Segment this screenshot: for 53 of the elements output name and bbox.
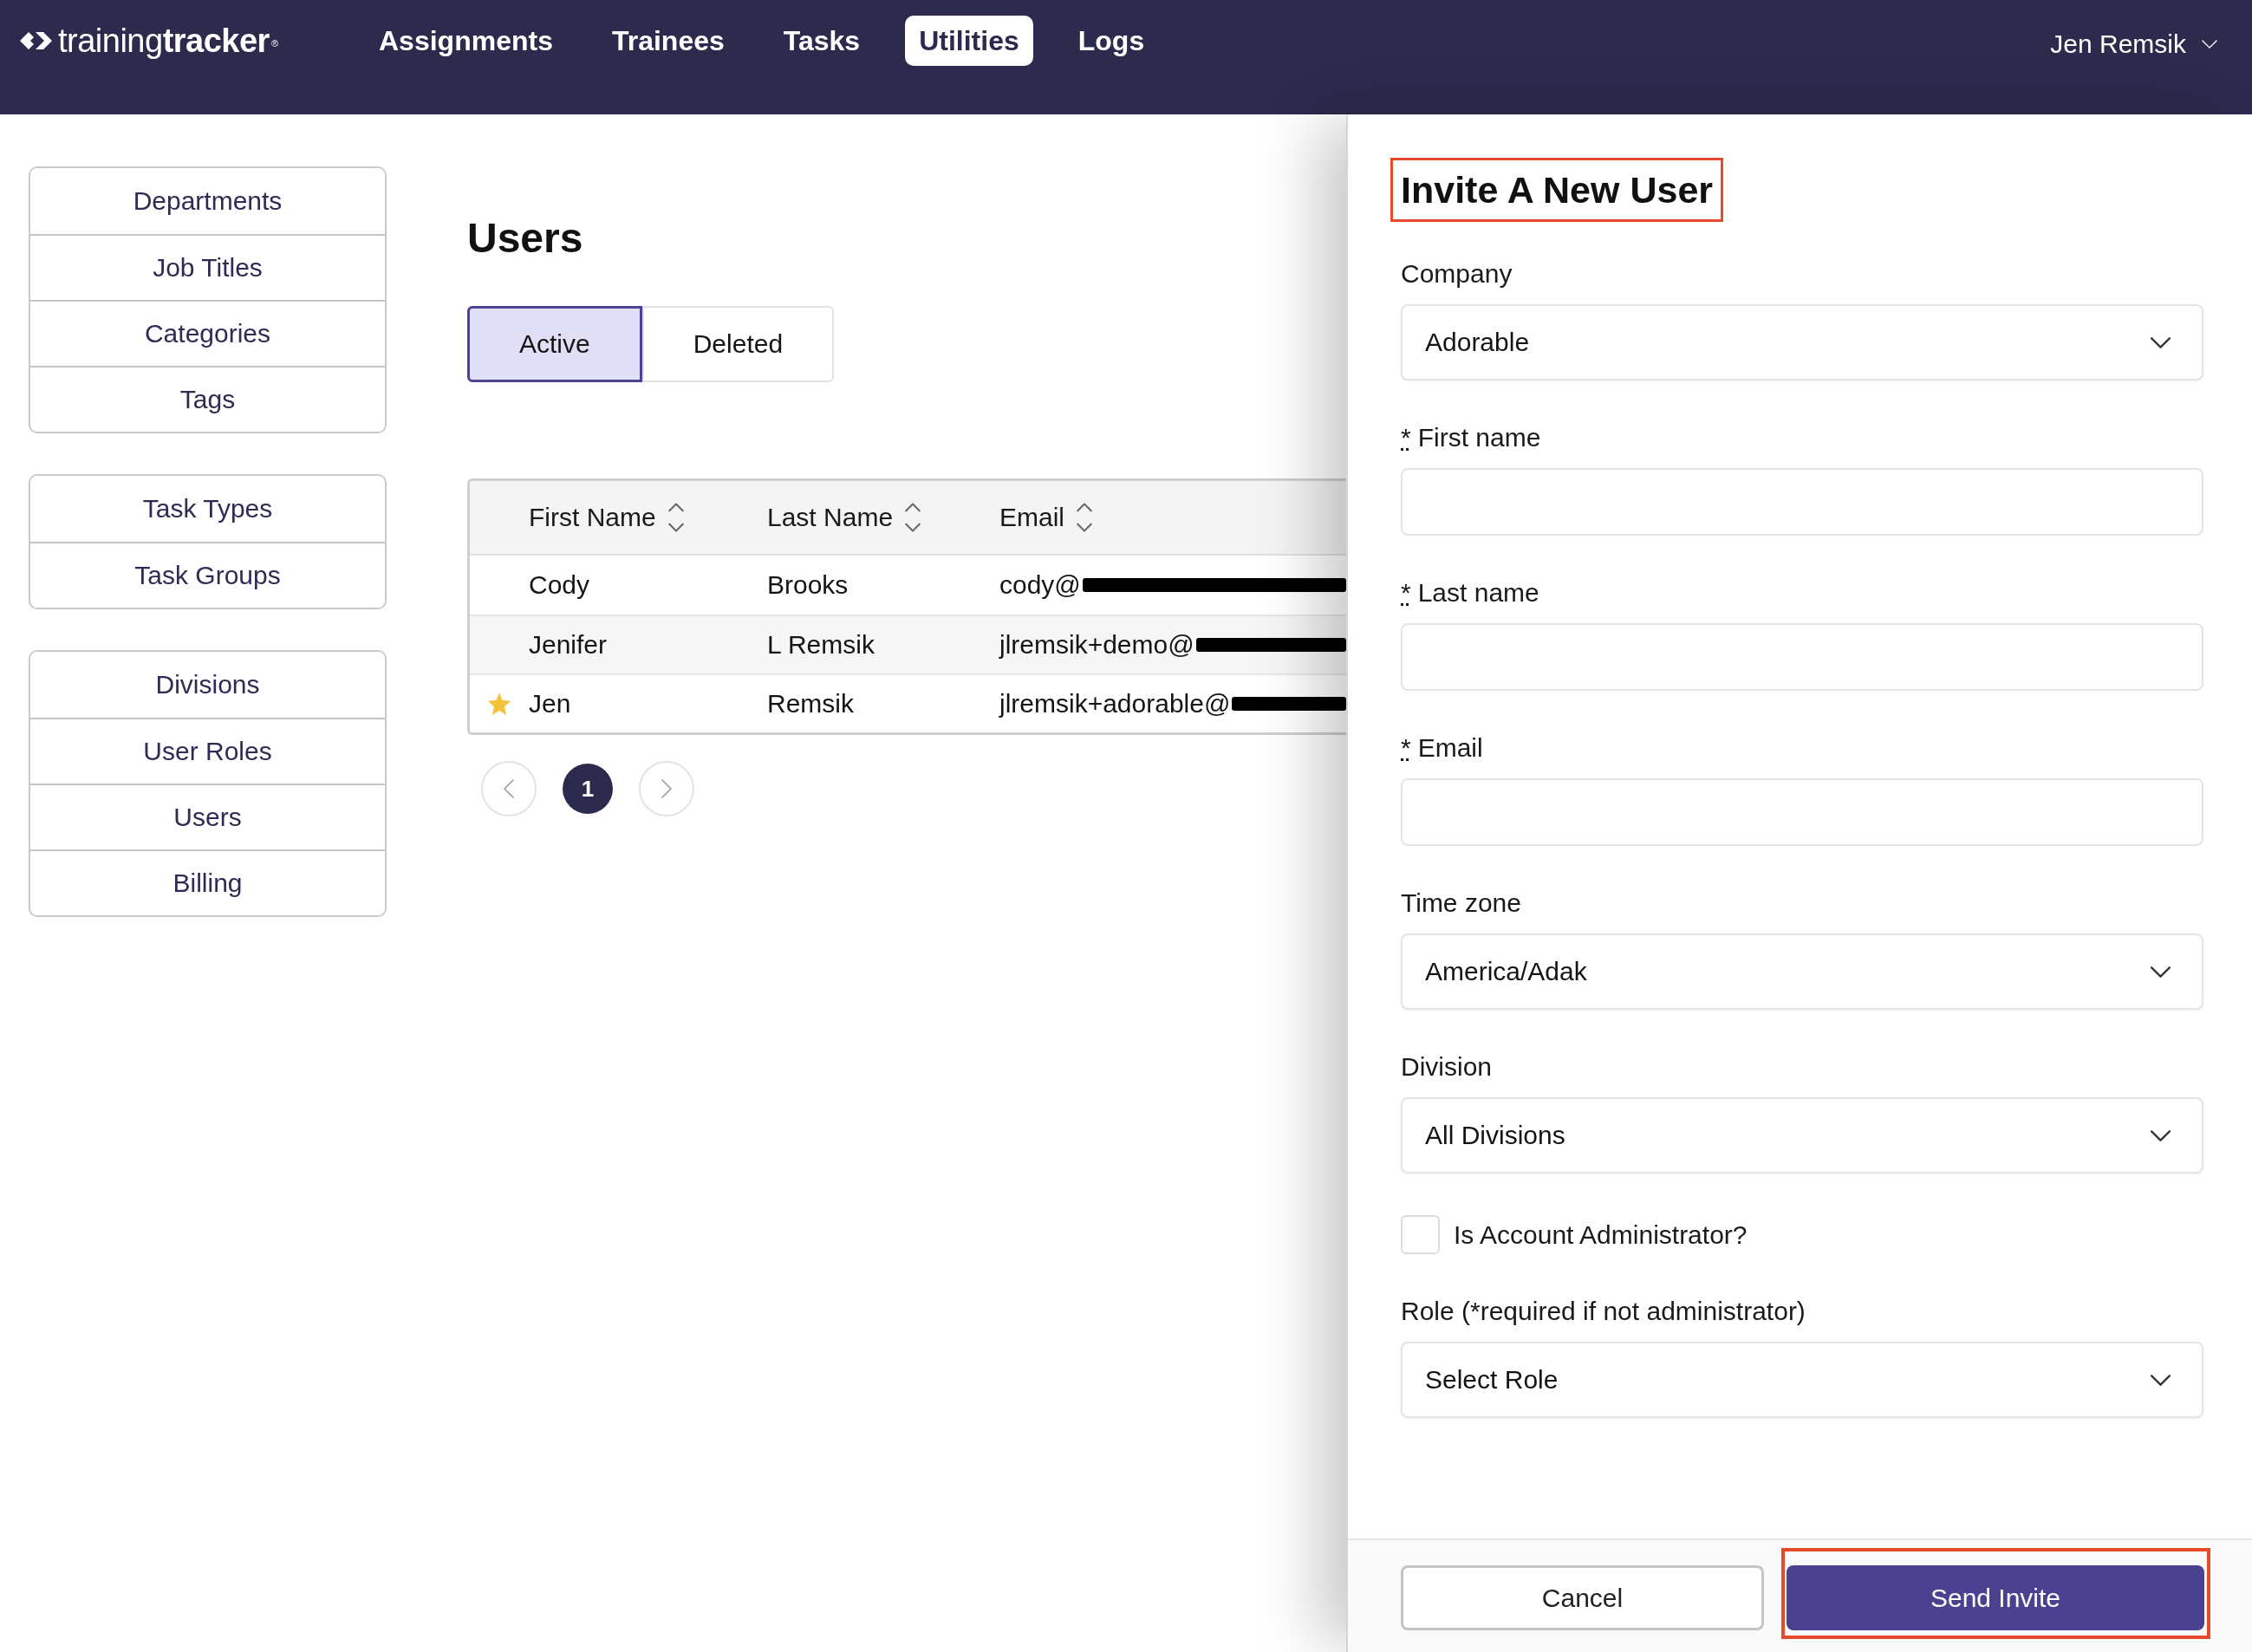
field-label: Company [1401,258,1513,289]
chevron-right-icon [661,779,672,798]
outline-button[interactable]: Cancel [1401,1565,1764,1630]
table-cell: Remsik [767,689,854,718]
table-cell: L Remsik [767,630,875,659]
logo-icon [20,29,55,52]
filter-tab[interactable]: Deleted [641,306,835,382]
input-field[interactable] [1401,623,2203,691]
chevron-down-icon [2151,1129,2171,1141]
brand-name[interactable]: trainingtracker$^{®}$ [58,22,278,60]
column-header[interactable]: Last Name [767,501,921,534]
chevron-down-icon [2151,1374,2171,1386]
filter-tab[interactable]: Active [467,306,642,382]
table-cell: Brooks [767,570,849,599]
input-field[interactable] [1401,468,2203,536]
table-cell: Cody [529,570,590,599]
dropdown-field[interactable]: America/Adak [1401,933,2203,1010]
chevron-down-icon [2202,40,2217,49]
checkbox[interactable] [1401,1215,1440,1254]
page-number-button[interactable]: 1 [563,764,613,814]
field-label: * Email [1401,732,1483,764]
field-label: Role (*required if not administrator) [1401,1296,1806,1327]
nav-tab[interactable]: Utilities [905,16,1033,66]
field-label: Time zone [1401,888,1521,919]
checkbox-label: Is Account Administrator? [1454,1219,1748,1250]
dropdown-field[interactable]: Select Role [1401,1342,2203,1418]
user-menu-button[interactable]: Jen Remsik [2050,16,2217,73]
input-field[interactable] [1401,778,2203,846]
primary-button[interactable]: Send Invite [1787,1565,2204,1630]
column-header[interactable]: Email [999,501,1092,534]
table-cell: jlremsik+adorable@ [999,689,1231,719]
table-cell: Jenifer [529,630,608,659]
sidebar-item[interactable]: Billing [30,849,385,915]
table-cell: cody@ [999,570,1081,600]
page-title: Users [467,214,583,263]
chevron-down-icon [2151,336,2171,348]
nav-tab[interactable]: Tasks [769,16,875,66]
chevron-left-icon [504,779,514,798]
sidebar-item[interactable]: Task Groups [30,542,385,608]
field-label: Division [1401,1051,1493,1083]
table-cell: jlremsik+demo@ [999,630,1194,660]
field-label: * First name [1401,422,1541,453]
column-header[interactable]: First Name [529,501,684,534]
nav-tab[interactable]: Logs [1064,16,1159,66]
sidebar-item[interactable]: Tags [30,366,385,432]
dropdown-field[interactable]: Adorable [1401,304,2203,380]
nav-tab[interactable]: Trainees [597,16,739,66]
dropdown-field[interactable]: All Divisions [1401,1097,2203,1174]
drawer-title: Invite A New User [1390,158,1724,222]
table-cell: Jen [529,689,571,718]
nav-tab[interactable]: Assignments [365,16,567,66]
field-label: * Last name [1401,577,1539,608]
chevron-down-icon [2151,966,2171,978]
